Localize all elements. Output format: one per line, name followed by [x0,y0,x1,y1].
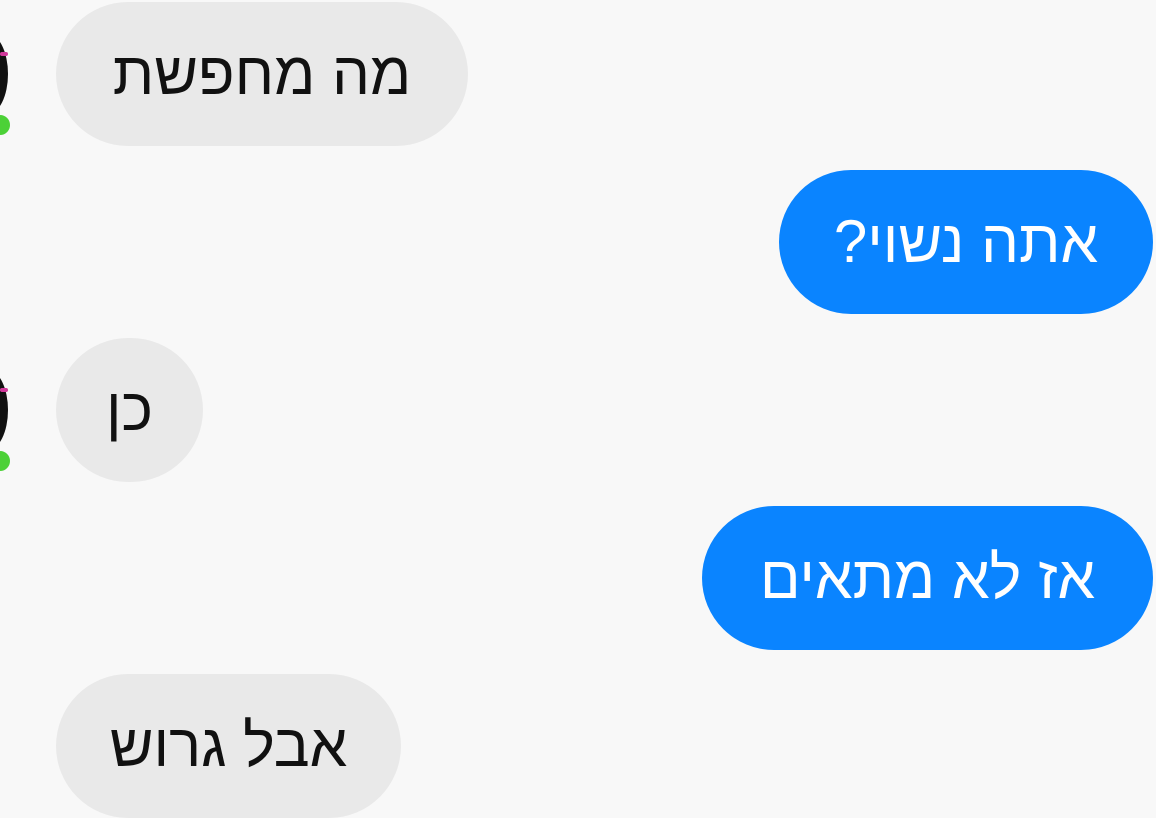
message-text: אתה נשוי? [833,208,1099,275]
message-text: אז לא מתאים [759,544,1096,611]
online-status-icon [0,112,13,138]
message-thread: מה מחפשת אתה נשוי? כן אז לא מתאים אבל גר… [0,0,1156,818]
message-bubble-outgoing[interactable]: אז לא מתאים [702,506,1153,650]
message-bubble-incoming[interactable]: אבל גרוש [56,674,401,818]
message-text: אבל גרוש [109,712,348,779]
avatar-accent [0,52,8,56]
contact-avatar-icon[interactable] [0,34,8,114]
message-bubble-incoming[interactable]: כן [56,338,203,482]
message-bubble-incoming[interactable]: מה מחפשת [56,2,468,146]
online-status-icon [0,448,13,474]
contact-avatar-icon[interactable] [0,370,8,450]
message-bubble-outgoing[interactable]: אתה נשוי? [779,170,1153,314]
avatar-accent [0,388,8,392]
message-text: כן [105,376,154,443]
message-text: מה מחפשת [112,40,412,107]
